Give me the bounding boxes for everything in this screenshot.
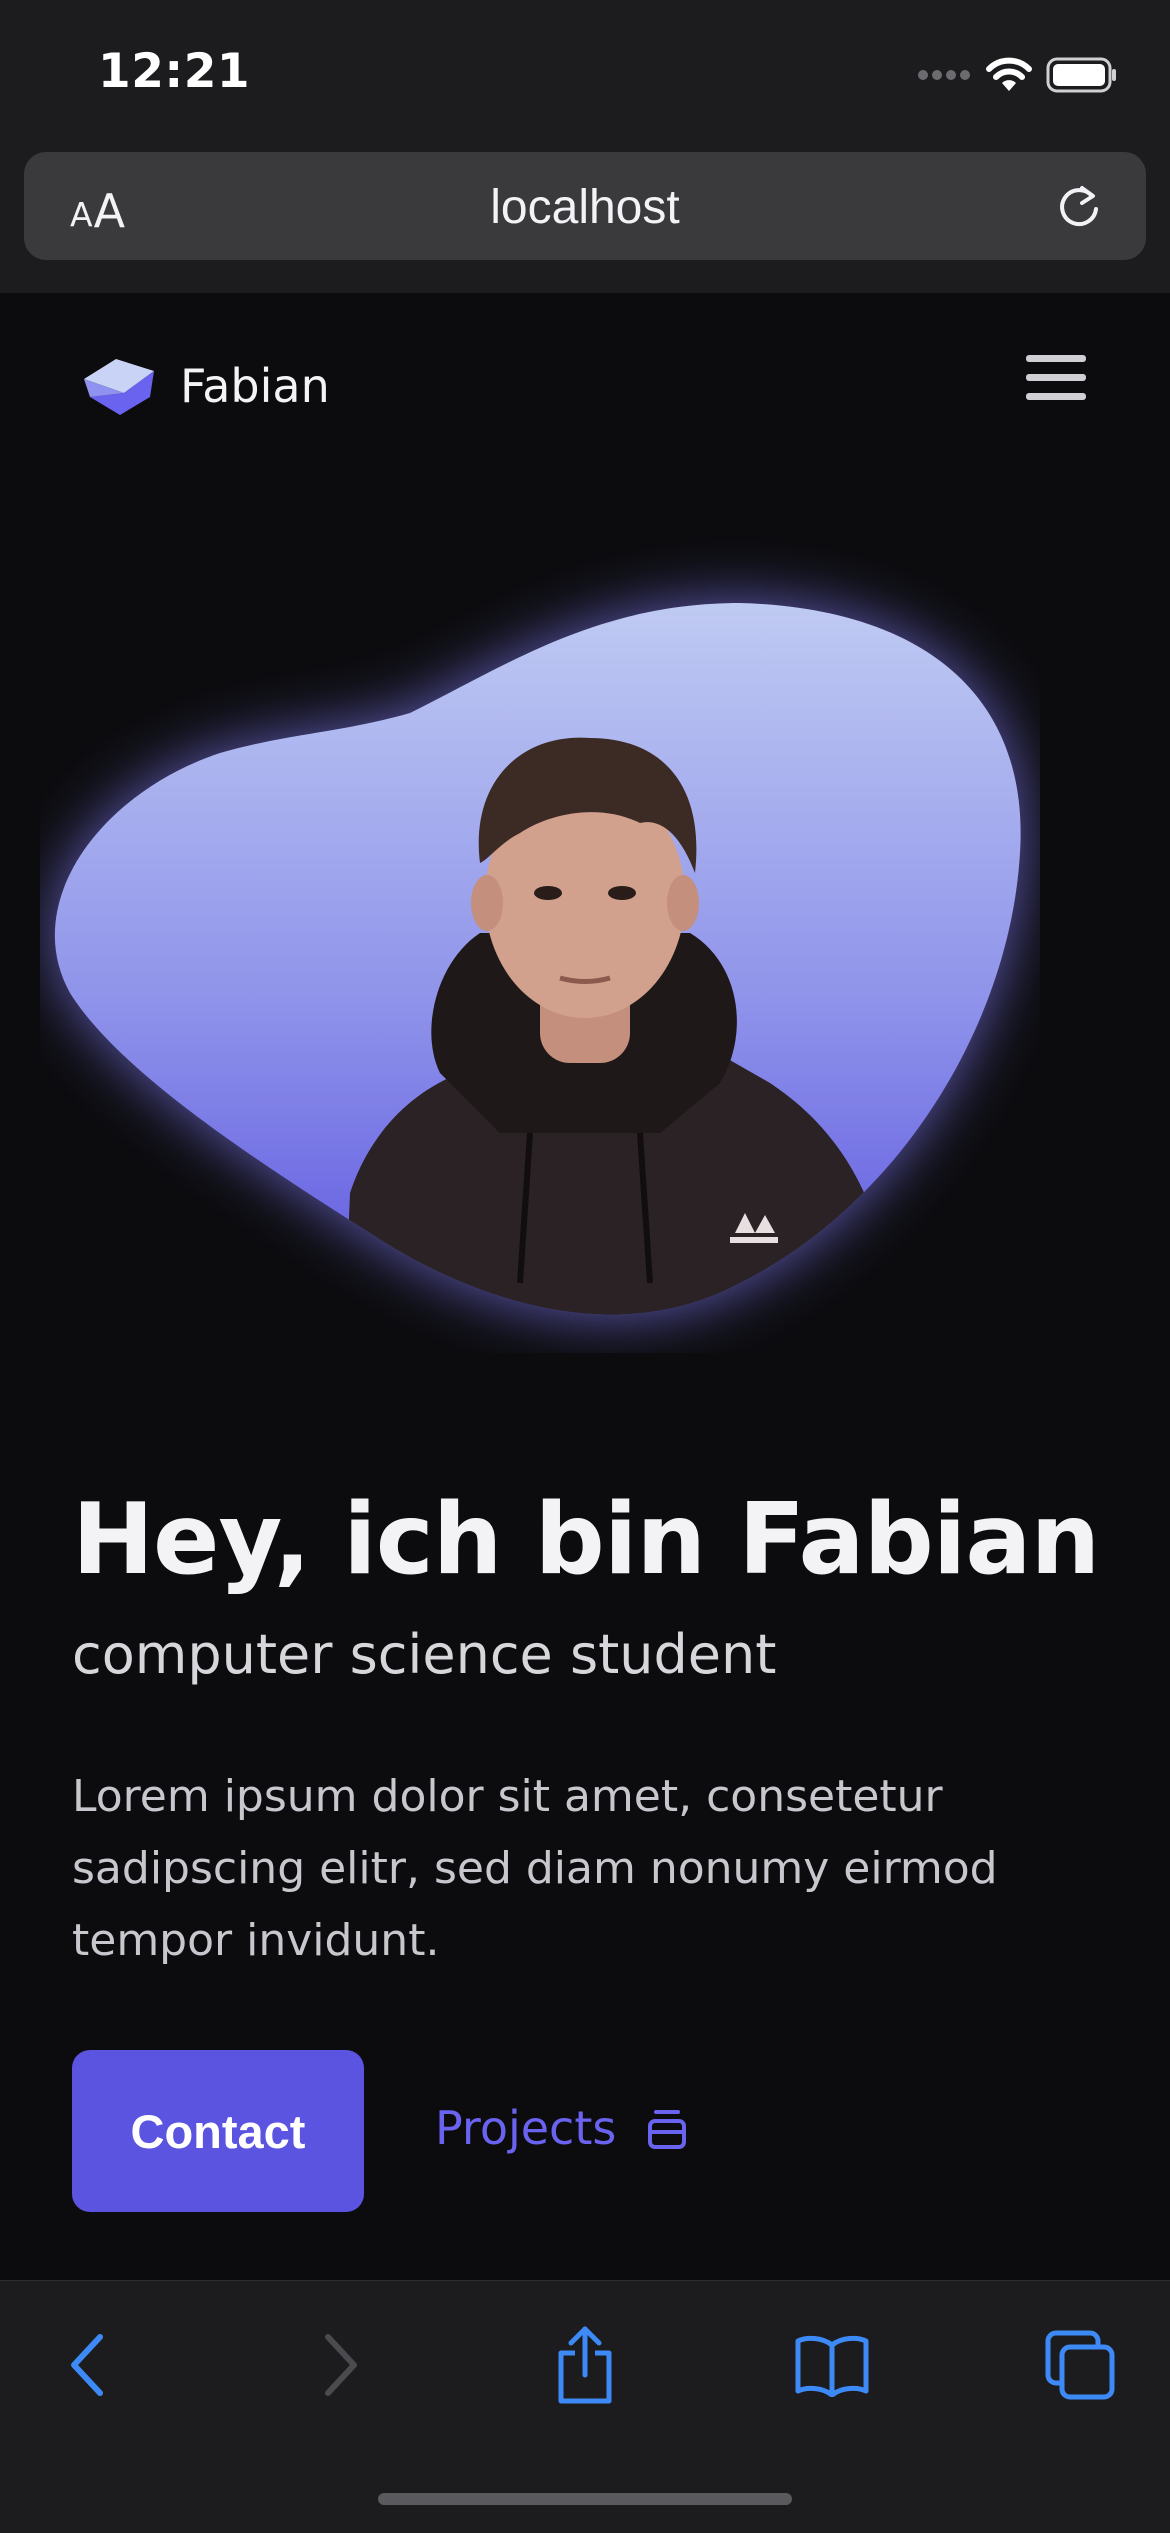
battery-icon xyxy=(1046,57,1116,93)
hero-headline: Hey, ich bin Fabian xyxy=(72,1483,1100,1597)
web-page: Fabian Hey, ich bin Fabian computer scie… xyxy=(0,293,1170,2280)
address-bar[interactable]: AA localhost xyxy=(24,152,1146,260)
signal-icon xyxy=(918,70,970,80)
back-icon[interactable] xyxy=(48,2325,128,2405)
stack-icon xyxy=(648,2110,687,2149)
browser-chrome: AA localhost xyxy=(0,130,1170,293)
url-text[interactable]: localhost xyxy=(24,180,1146,235)
hero-subheadline: computer science student xyxy=(72,1623,777,1686)
status-bar: 12:21 xyxy=(0,0,1170,150)
profile-photo xyxy=(54,603,1021,1315)
brand-name: Fabian xyxy=(180,359,330,413)
brand-link[interactable]: Fabian xyxy=(80,353,330,419)
status-icons xyxy=(918,52,1118,98)
hero-image xyxy=(40,453,1040,1353)
brand-logo-icon xyxy=(84,359,154,415)
tabs-icon[interactable] xyxy=(1040,2325,1120,2405)
reload-icon[interactable] xyxy=(1054,182,1104,232)
contact-button[interactable]: Contact xyxy=(72,2050,364,2212)
wifi-icon xyxy=(986,57,1032,91)
projects-link[interactable]: Projects xyxy=(435,2101,688,2155)
projects-link-label: Projects xyxy=(435,2101,617,2155)
forward-icon[interactable] xyxy=(300,2325,380,2405)
share-icon[interactable] xyxy=(545,2325,625,2405)
home-indicator[interactable] xyxy=(378,2493,792,2505)
status-time: 12:21 xyxy=(98,44,251,99)
hamburger-menu-icon[interactable] xyxy=(1026,355,1086,403)
bookmarks-icon[interactable] xyxy=(792,2325,872,2405)
hero-intro-text: Lorem ipsum dolor sit amet, consetetur s… xyxy=(72,1771,998,1966)
